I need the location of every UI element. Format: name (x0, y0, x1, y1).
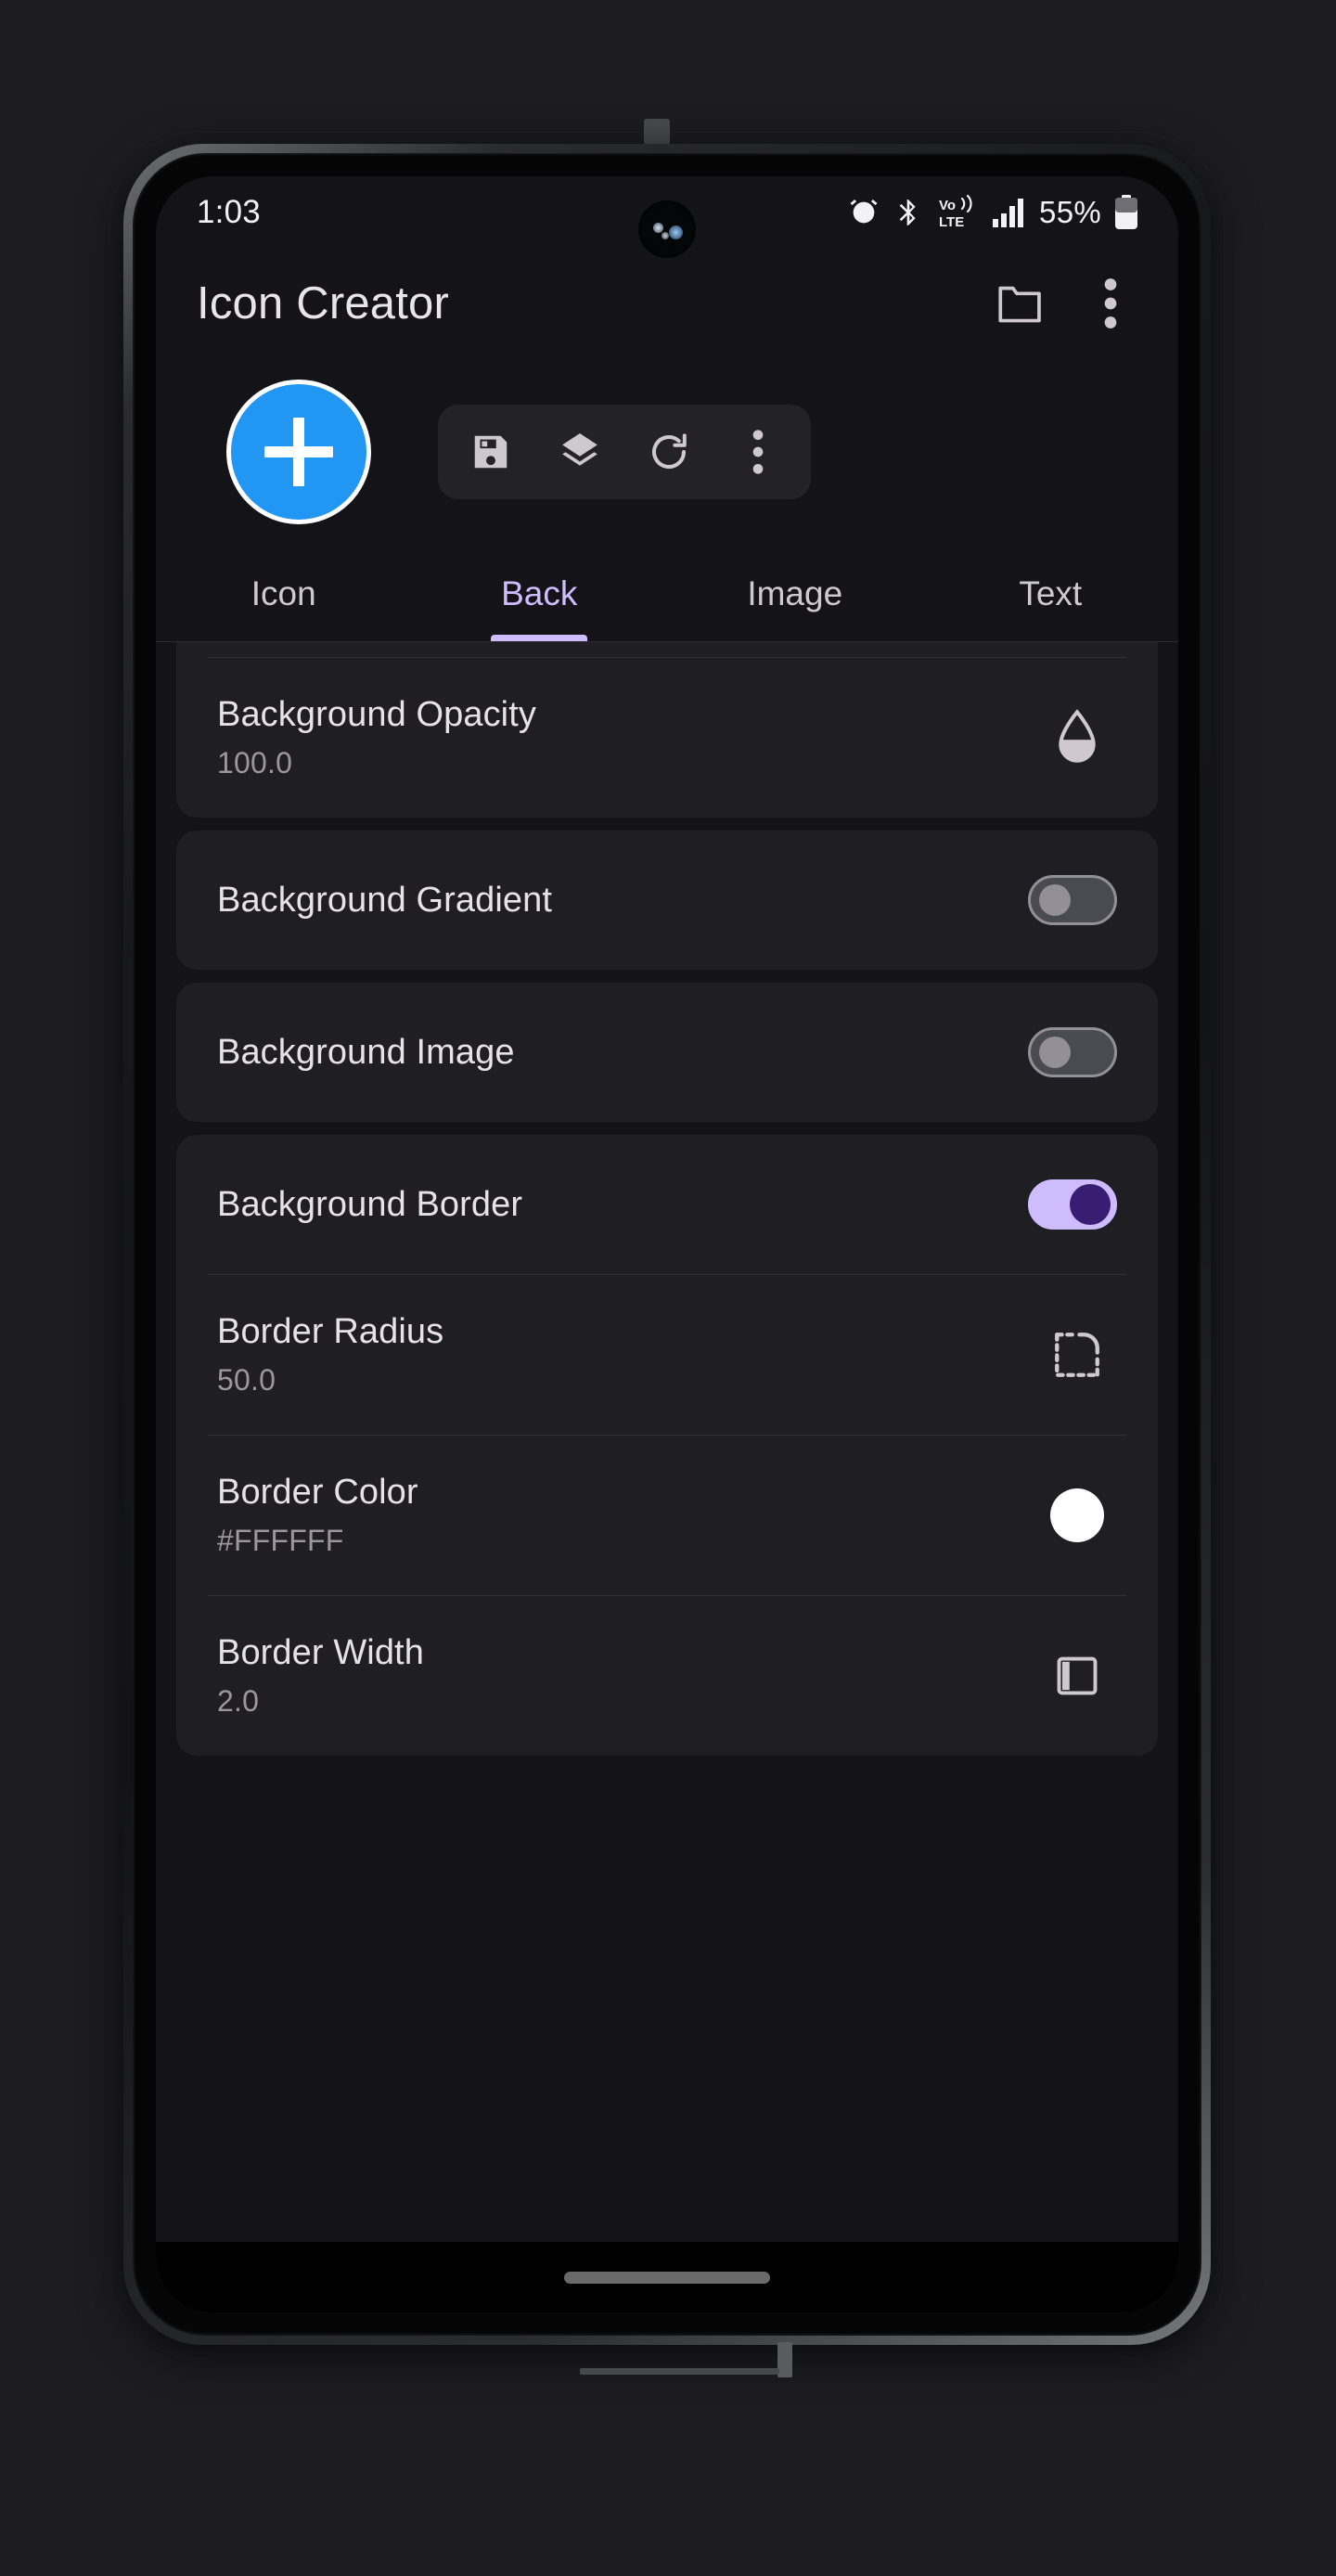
background-image-card: Background Image (176, 983, 1158, 1122)
overflow-menu-icon[interactable] (1082, 275, 1139, 332)
border-color-swatch[interactable] (1050, 1488, 1104, 1542)
battery-icon (1113, 195, 1139, 230)
border-width-value: 2.0 (217, 1684, 260, 1718)
status-bar-icons: Vo LTE 55% (848, 195, 1139, 230)
border-color-label: Border Color (217, 1473, 418, 1512)
overflow-menu-icon[interactable] (729, 423, 787, 481)
background-opacity-label: Background Opacity (217, 695, 536, 734)
navigation-bar (156, 2242, 1178, 2312)
layers-icon[interactable] (551, 423, 609, 481)
save-icon[interactable] (462, 423, 520, 481)
border-width-label: Border Width (217, 1633, 424, 1672)
folder-icon[interactable] (991, 275, 1048, 332)
background-gradient-row[interactable]: Background Gradient (176, 831, 1158, 970)
front-camera-cutout (638, 200, 696, 258)
signal-bars-icon (992, 197, 1025, 228)
opacity-drop-icon[interactable] (1037, 698, 1117, 778)
alarm-icon (848, 197, 880, 228)
page-title: Icon Creator (197, 278, 450, 328)
background-gradient-toggle[interactable] (1028, 875, 1117, 925)
border-width-icon[interactable] (1037, 1636, 1117, 1716)
border-radius-row[interactable]: Border Radius 50.0 (176, 1275, 1158, 1435)
antenna-line-bottom (580, 2368, 779, 2375)
border-radius-value: 50.0 (217, 1363, 276, 1397)
tab-image[interactable]: Image (667, 546, 923, 641)
battery-percent-label: 55% (1039, 195, 1101, 229)
background-opacity-value: 100.0 (217, 746, 293, 779)
tab-bar: Icon Back Image Text (156, 546, 1178, 642)
editor-toolbar (438, 405, 811, 499)
preview-toolbar-strip (156, 358, 1178, 546)
color-swatch-icon[interactable] (1037, 1475, 1117, 1555)
gesture-handle[interactable] (564, 2271, 770, 2284)
border-width-row[interactable]: Border Width 2.0 (176, 1596, 1158, 1756)
background-border-label: Background Border (217, 1184, 523, 1224)
tab-text[interactable]: Text (923, 546, 1179, 641)
background-color-row-clipped[interactable]: #2196F3 (197, 642, 1137, 657)
tab-back[interactable]: Back (412, 546, 668, 641)
bluetooth-icon (893, 197, 923, 228)
antenna-nub-top (644, 119, 670, 145)
background-card: #2196F3 Background Opacity 100.0 (176, 642, 1158, 818)
border-radius-label: Border Radius (217, 1312, 444, 1351)
background-border-toggle[interactable] (1028, 1179, 1117, 1230)
svg-text:Vo: Vo (939, 198, 956, 213)
background-gradient-label: Background Gradient (217, 880, 553, 920)
refresh-icon[interactable] (640, 423, 698, 481)
camera-lens-highlight (662, 232, 669, 239)
background-border-card: Background Border Border Radius 50.0 Bor… (176, 1135, 1158, 1756)
background-opacity-row[interactable]: Background Opacity 100.0 (176, 658, 1158, 818)
background-gradient-card: Background Gradient (176, 831, 1158, 970)
volte-icon: Vo LTE (937, 195, 978, 230)
border-color-value: #FFFFFF (217, 1524, 344, 1557)
app-bar: Icon Creator (156, 249, 1178, 358)
icon-preview-button[interactable] (226, 380, 371, 524)
background-image-toggle[interactable] (1028, 1027, 1117, 1077)
phone-screen: 1:03 Vo LTE 55% Icon Creator Icon Back I… (156, 176, 1178, 2312)
background-image-label: Background Image (217, 1032, 515, 1072)
settings-list[interactable]: #2196F3 Background Opacity 100.0 (156, 642, 1178, 2242)
plus-icon (264, 418, 333, 486)
app-bar-actions (991, 275, 1139, 332)
border-color-row[interactable]: Border Color #FFFFFF (176, 1436, 1158, 1595)
antenna-nub-bottom (777, 2342, 792, 2377)
tab-icon[interactable]: Icon (156, 546, 412, 641)
screen-content: 1:03 Vo LTE 55% Icon Creator Icon Back I… (156, 176, 1178, 2312)
status-bar-time: 1:03 (197, 194, 261, 230)
rounded-corner-icon[interactable] (1037, 1315, 1117, 1395)
background-border-row[interactable]: Background Border (176, 1135, 1158, 1274)
background-image-row[interactable]: Background Image (176, 983, 1158, 1122)
svg-text:LTE: LTE (939, 214, 964, 230)
desk-backdrop: 1:03 Vo LTE 55% Icon Creator Icon Back I… (0, 0, 1336, 2576)
